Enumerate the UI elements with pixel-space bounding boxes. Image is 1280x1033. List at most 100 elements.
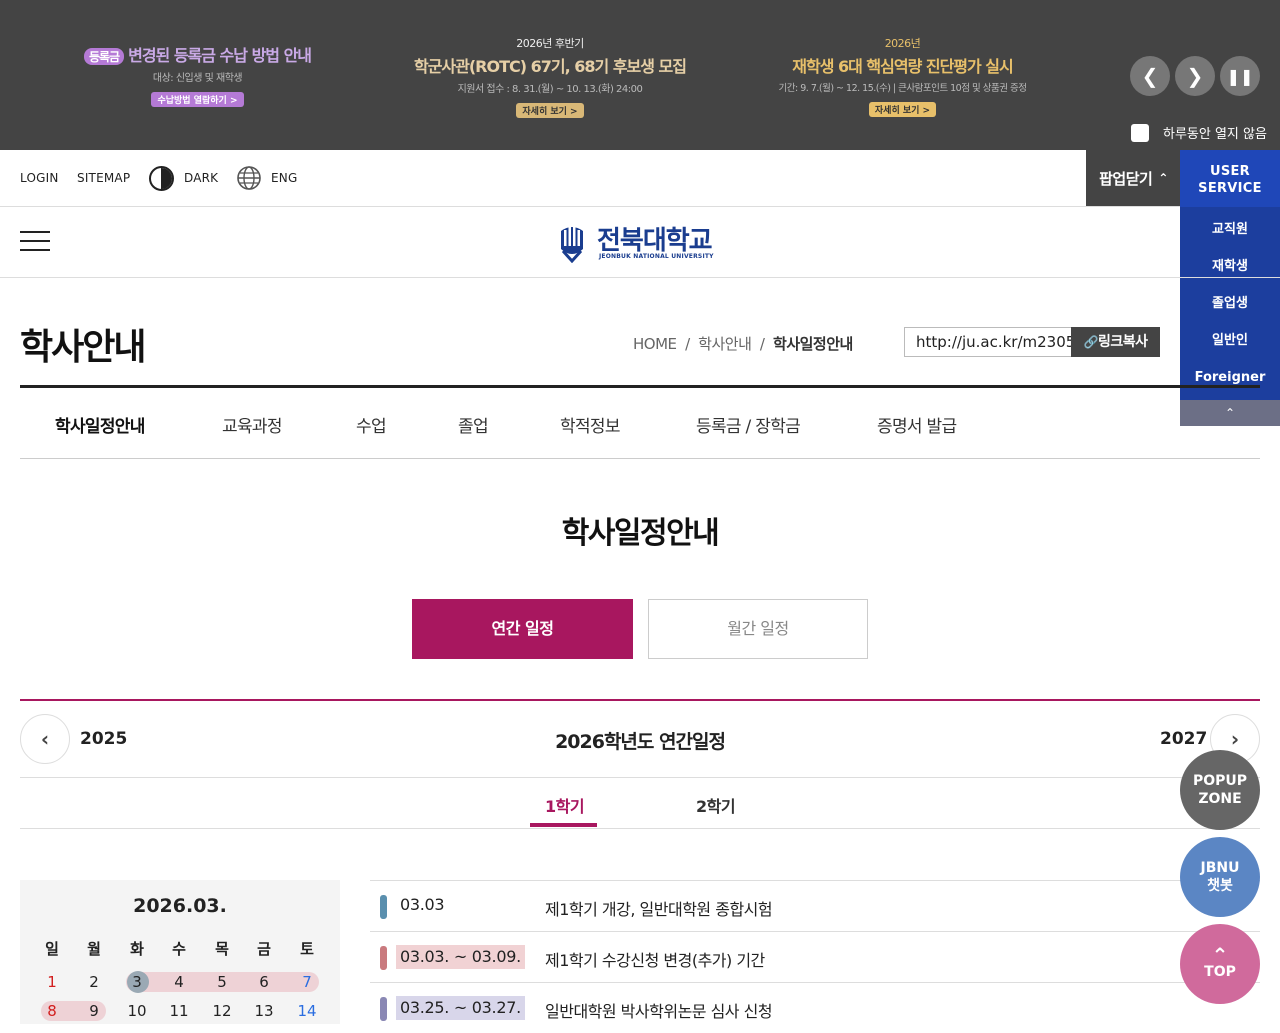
- tab-semester-1[interactable]: 1학기: [545, 793, 585, 817]
- tab-curriculum[interactable]: 교육과정: [222, 412, 282, 437]
- chatbot-label: JBNU: [1200, 860, 1240, 876]
- link-icon: 🔗: [1083, 335, 1099, 349]
- calendar-day[interactable]: 13: [249, 1002, 279, 1020]
- weekday-label: 월: [87, 940, 101, 958]
- calendar-day[interactable]: 3: [122, 973, 152, 991]
- tab-classes[interactable]: 수업: [356, 412, 387, 437]
- english-link[interactable]: ENG: [271, 171, 297, 185]
- schedule-color-bar: [380, 946, 387, 970]
- popup-prev-button[interactable]: ❮: [1130, 56, 1170, 96]
- schedule-color-bar: [380, 997, 387, 1021]
- sitemap-link[interactable]: SITEMAP: [77, 171, 130, 185]
- no-show-today-label: 하루동안 열지 않음: [1163, 127, 1267, 142]
- breadcrumb-home[interactable]: HOME: [633, 335, 677, 353]
- calendar-day[interactable]: 8: [37, 1002, 67, 1020]
- popup-banner-competency[interactable]: 2026년 재학생 6대 핵심역량 진단평가 실시 기간: 9. 7.(월) ~…: [755, 35, 1050, 117]
- monthly-schedule-button[interactable]: 월간 일정: [648, 599, 868, 659]
- no-show-today[interactable]: 하루동안 열지 않음: [1131, 123, 1267, 142]
- hamburger-icon-line: [20, 240, 50, 242]
- calendar-day[interactable]: 12: [207, 1002, 237, 1020]
- weekday-label: 금: [257, 940, 271, 958]
- tab-semester-2[interactable]: 2학기: [696, 793, 736, 817]
- calendar-day[interactable]: 2: [79, 973, 109, 991]
- weekday-label: 토: [300, 940, 314, 958]
- schedule-item[interactable]: 03.03. ~ 03.09. 제1학기 수강신청 변경(추가) 기간: [370, 931, 1260, 982]
- popup-banner-small: 2026년 후반기: [516, 37, 584, 50]
- calendar-month: 2026.03.: [133, 895, 227, 917]
- logo-subtext: JEONBUK NATIONAL UNIVERSITY: [599, 253, 714, 260]
- page-url-field[interactable]: http://ju.ac.kr/m2305: [904, 327, 1075, 357]
- next-year-label[interactable]: 2027: [1160, 729, 1207, 749]
- popup-tag: 등록금: [83, 48, 125, 65]
- scroll-top-button[interactable]: ⌃ TOP: [1180, 924, 1260, 1004]
- annual-schedule-button[interactable]: 연간 일정: [412, 599, 633, 659]
- breadcrumb-separator: /: [685, 335, 690, 353]
- weekday-label: 화: [130, 940, 144, 958]
- calendar-day[interactable]: 14: [292, 1002, 322, 1020]
- schedule-item[interactable]: 03.03 제1학기 개강, 일반대학원 종합시험: [370, 880, 1260, 931]
- university-logo[interactable]: 전북대학교 JEONBUK NATIONAL UNIVERSITY: [558, 220, 728, 266]
- calendar-day[interactable]: 4: [164, 973, 194, 991]
- calendar-day[interactable]: 6: [249, 973, 279, 991]
- globe-icon: [236, 165, 262, 195]
- no-show-today-checkbox[interactable]: [1131, 123, 1149, 142]
- popup-banner-button[interactable]: 자세히 보기 >: [868, 102, 937, 117]
- tab-tuition-scholarship[interactable]: 등록금 / 장학금: [696, 412, 801, 437]
- login-link[interactable]: LOGIN: [20, 171, 59, 185]
- popup-zone-button[interactable]: POPUP ZONE: [1180, 750, 1260, 830]
- tab-academic-records[interactable]: 학적정보: [560, 412, 620, 437]
- popup-pause-button[interactable]: ❚❚: [1220, 56, 1260, 96]
- chevron-right-icon: ❯: [1186, 64, 1204, 88]
- calendar-day[interactable]: 1: [37, 973, 67, 991]
- popup-banner-button[interactable]: 자세히 보기 >: [516, 103, 584, 118]
- chatbot-button[interactable]: JBNU 챗봇: [1180, 837, 1260, 917]
- copy-link-button[interactable]: 🔗링크복사: [1071, 327, 1160, 357]
- user-service-alumni[interactable]: 졸업생: [1180, 285, 1280, 322]
- popup-zone-label: ZONE: [1198, 791, 1242, 807]
- breadcrumb: HOME / 학사안내 / 학사일정안내: [633, 333, 853, 354]
- chatbot-label: 챗봇: [1207, 878, 1233, 894]
- menu-button[interactable]: [20, 231, 52, 255]
- schedule-title: 제1학기 개강, 일반대학원 종합시험: [545, 900, 773, 919]
- calendar-day[interactable]: 11: [164, 1002, 194, 1020]
- popup-banner-tuition[interactable]: 등록금 변경된 등록금 수납 방법 안내 대상: 신입생 및 재학생 수납방법 열…: [60, 42, 335, 107]
- breadcrumb-level1[interactable]: 학사안내: [698, 335, 752, 353]
- calendar-day[interactable]: 9: [79, 1002, 109, 1020]
- schedule-title: 일반대학원 박사학위논문 심사 신청: [545, 1002, 773, 1021]
- calendar-day[interactable]: 7: [292, 973, 322, 991]
- user-service-title: USER SERVICE: [1180, 150, 1280, 207]
- chevron-right-icon: ›: [1230, 727, 1240, 751]
- popup-close-button[interactable]: 팝업닫기 ⌃: [1086, 150, 1181, 206]
- schedule-item[interactable]: 03.25. ~ 03.27. 일반대학원 박사학위논문 심사 신청: [370, 982, 1260, 1033]
- popup-banner-sub: 지원서 접수 : 8. 31.(월) ~ 10. 13.(화) 24:00: [457, 84, 643, 95]
- popup-banner-button[interactable]: 수납방법 열람하기 >: [151, 92, 244, 107]
- popup-banner-sub: 대상: 신입생 및 재학생: [152, 73, 243, 84]
- tab-academic-calendar[interactable]: 학사일정안내: [55, 412, 145, 437]
- calendar-day[interactable]: 5: [207, 973, 237, 991]
- user-service-public[interactable]: 일반인: [1180, 322, 1280, 359]
- weekday-label: 일: [45, 940, 59, 958]
- tab-certificates[interactable]: 증명서 발급: [877, 412, 957, 437]
- sub-navigation: 학사일정안내 교육과정 수업 졸업 학적정보 등록금 / 장학금 증명서 발급: [20, 388, 1260, 459]
- calendar-day[interactable]: 10: [122, 1002, 152, 1020]
- section-title: 학사일정안내: [561, 516, 720, 551]
- mini-calendar: 2026.03. 일 월 화 수 목 금 토 1 2 3 4 5 6 7 8 9…: [20, 880, 340, 1024]
- breadcrumb-current: 학사일정안내: [773, 335, 853, 353]
- dark-mode-toggle[interactable]: DARK: [184, 171, 218, 185]
- schedule-date: 03.03: [400, 895, 445, 914]
- dark-mode-icon: [149, 166, 174, 191]
- popup-zone-banner: 등록금 변경된 등록금 수납 방법 안내 대상: 신입생 및 재학생 수납방법 열…: [0, 0, 1280, 150]
- user-service-title-line1: USER: [1209, 164, 1250, 179]
- popup-banner-title: 변경된 등록금 수납 방법 안내: [128, 46, 312, 65]
- tab-graduation[interactable]: 졸업: [458, 412, 489, 437]
- semester-active-indicator: [530, 823, 597, 827]
- popup-banner-rotc[interactable]: 2026년 후반기 학군사관(ROTC) 67기, 68기 후보생 모집 지원서…: [395, 35, 705, 118]
- weekday-label: 목: [215, 940, 229, 958]
- chevron-left-icon: ❮: [1141, 64, 1159, 88]
- popup-close-label: 팝업닫기: [1099, 169, 1153, 188]
- hamburger-icon: [20, 231, 50, 233]
- page-title: 학사안내: [20, 327, 146, 368]
- popup-zone-label: POPUP: [1192, 773, 1248, 789]
- chevron-up-icon: ⌃: [1158, 171, 1168, 185]
- popup-next-button[interactable]: ❯: [1175, 56, 1215, 96]
